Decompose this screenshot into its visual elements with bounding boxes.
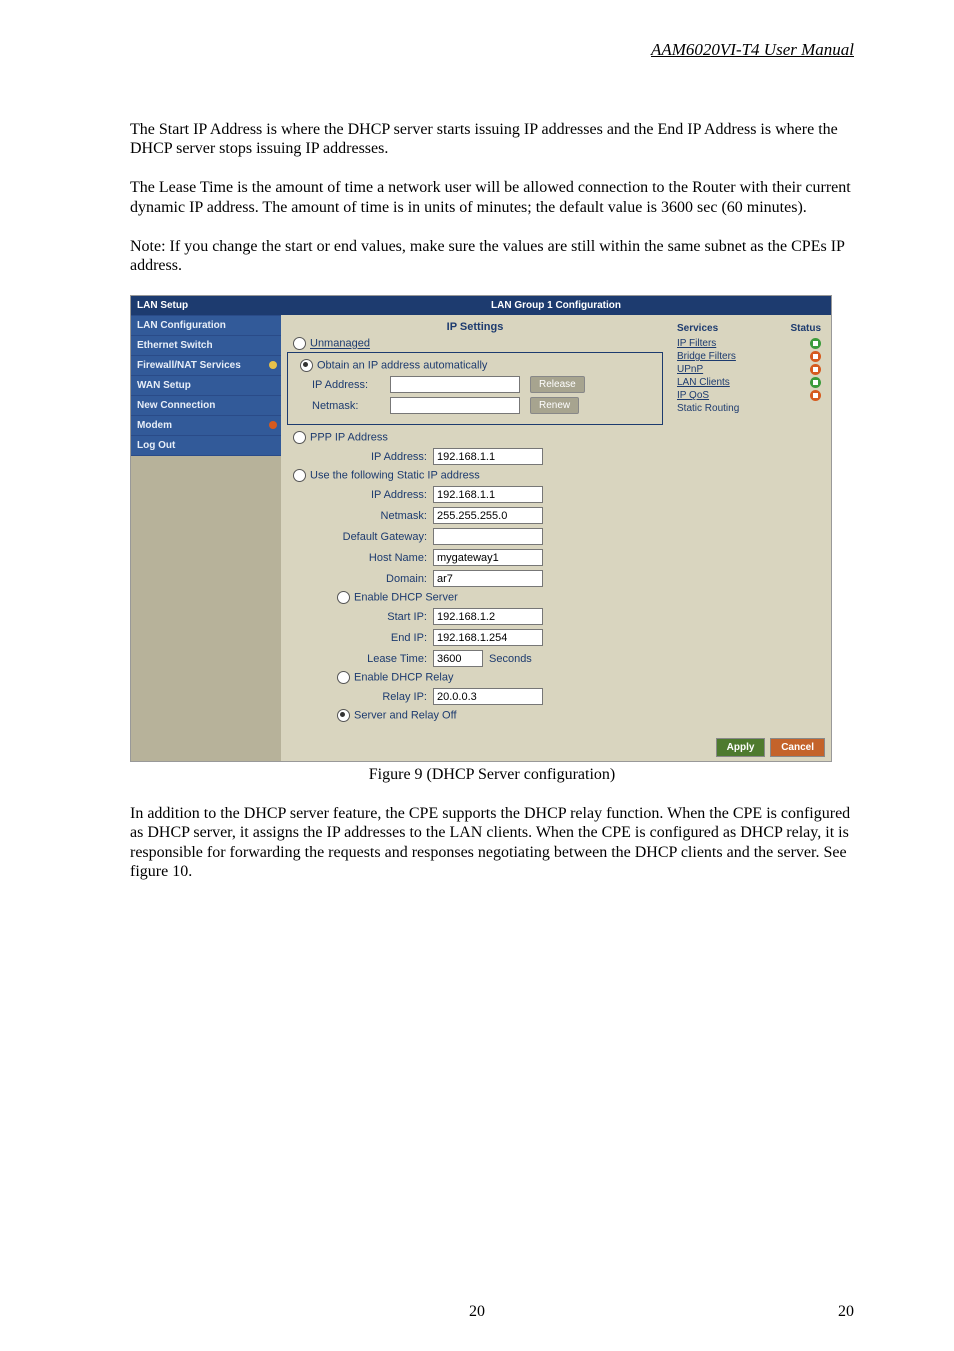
status-stop-icon	[810, 364, 821, 375]
settings-column: IP Settings Unmanaged Obtain an IP addre…	[281, 315, 673, 734]
status-dot-icon	[269, 361, 277, 369]
obtain-auto-box: Obtain an IP address automatically IP Ad…	[287, 352, 663, 425]
static-ip-input[interactable]	[433, 486, 543, 503]
gateway-input[interactable]	[433, 528, 543, 545]
sidebar-item-new-conn[interactable]: New Connection	[131, 396, 281, 416]
radio-icon	[293, 431, 306, 444]
seconds-label: Seconds	[489, 653, 532, 665]
main-panel: LAN Group 1 Configuration IP Settings Un…	[281, 296, 831, 761]
status-go-icon	[810, 377, 821, 388]
sidebar: LAN Setup LAN Configuration Ethernet Swi…	[131, 296, 281, 761]
hostname-label: Host Name:	[287, 552, 433, 564]
domain-input[interactable]	[433, 570, 543, 587]
option-unmanaged[interactable]: Unmanaged	[287, 335, 663, 352]
sidebar-item-firewall[interactable]: Firewall/NAT Services	[131, 356, 281, 376]
option-dhcp-server[interactable]: Enable DHCP Server	[287, 589, 663, 606]
option-label: Unmanaged	[310, 338, 370, 350]
sidebar-item-ethernet[interactable]: Ethernet Switch	[131, 336, 281, 356]
ip-settings-heading: IP Settings	[287, 321, 663, 333]
lease-time-label: Lease Time:	[287, 653, 433, 665]
static-netmask-input[interactable]	[433, 507, 543, 524]
option-ppp[interactable]: PPP IP Address	[287, 429, 663, 446]
radio-icon	[337, 709, 350, 722]
option-server-relay-off[interactable]: Server and Relay Off	[287, 707, 663, 724]
sidebar-item-lan-config[interactable]: LAN Configuration	[131, 316, 281, 336]
renew-button[interactable]: Renew	[530, 397, 579, 414]
hostname-input[interactable]	[433, 549, 543, 566]
radio-icon	[293, 337, 306, 350]
option-label: PPP IP Address	[310, 432, 388, 444]
lease-time-input[interactable]	[433, 650, 483, 667]
option-static[interactable]: Use the following Static IP address	[287, 467, 663, 484]
sidebar-item-label: Firewall/NAT Services	[137, 360, 241, 371]
start-ip-input[interactable]	[433, 608, 543, 625]
ppp-ip-label: IP Address:	[287, 451, 433, 463]
option-label: Enable DHCP Relay	[354, 672, 453, 684]
static-netmask-label: Netmask:	[287, 510, 433, 522]
service-ip-qos[interactable]: IP QoS	[677, 390, 709, 401]
service-lan-clients[interactable]: LAN Clients	[677, 377, 730, 388]
sidebar-header: LAN Setup	[131, 296, 281, 316]
status-go-icon	[810, 338, 821, 349]
ppp-ip-input[interactable]	[433, 448, 543, 465]
static-ip-label: IP Address:	[287, 489, 433, 501]
doc-header: AAM6020VI-T4 User Manual	[130, 40, 854, 60]
panel-title: LAN Group 1 Configuration	[281, 296, 831, 315]
option-label: Use the following Static IP address	[310, 470, 480, 482]
sidebar-item-logout[interactable]: Log Out	[131, 436, 281, 456]
radio-icon	[293, 469, 306, 482]
action-bar: Apply Cancel	[281, 734, 831, 761]
paragraph-1: The Start IP Address is where the DHCP s…	[130, 120, 854, 158]
option-obtain-auto[interactable]: Obtain an IP address automatically	[294, 357, 656, 374]
services-column: Services Status IP Filters Bridge Filter…	[673, 315, 831, 734]
page-number-right: 20	[838, 1303, 854, 1321]
apply-button[interactable]: Apply	[716, 738, 766, 757]
sidebar-item-label: Modem	[137, 420, 172, 431]
paragraph-4: In addition to the DHCP server feature, …	[130, 804, 854, 881]
page-number-center: 20	[469, 1303, 485, 1321]
radio-icon	[337, 591, 350, 604]
service-bridge-filters[interactable]: Bridge Filters	[677, 351, 736, 362]
sidebar-item-modem[interactable]: Modem	[131, 416, 281, 436]
netmask-input[interactable]	[390, 397, 520, 414]
option-label: Obtain an IP address automatically	[317, 360, 487, 372]
option-label: Enable DHCP Server	[354, 592, 458, 604]
service-ip-filters[interactable]: IP Filters	[677, 338, 716, 349]
end-ip-label: End IP:	[287, 632, 433, 644]
status-heading: Status	[790, 323, 821, 334]
cancel-button[interactable]: Cancel	[770, 738, 825, 757]
end-ip-input[interactable]	[433, 629, 543, 646]
gateway-label: Default Gateway:	[287, 531, 433, 543]
relay-ip-label: Relay IP:	[287, 691, 433, 703]
service-upnp[interactable]: UPnP	[677, 364, 703, 375]
services-heading: Services	[677, 323, 718, 334]
radio-icon	[300, 359, 313, 372]
domain-label: Domain:	[287, 573, 433, 585]
release-button[interactable]: Release	[530, 376, 585, 393]
status-stop-icon	[810, 390, 821, 401]
relay-ip-input[interactable]	[433, 688, 543, 705]
sidebar-item-wan[interactable]: WAN Setup	[131, 376, 281, 396]
paragraph-2: The Lease Time is the amount of time a n…	[130, 178, 854, 216]
router-screenshot: LAN Setup LAN Configuration Ethernet Swi…	[130, 295, 832, 762]
paragraph-3: Note: If you change the start or end val…	[130, 237, 854, 275]
netmask-label: Netmask:	[294, 400, 390, 412]
figure-caption: Figure 9 (DHCP Server configuration)	[130, 766, 854, 784]
option-label: Server and Relay Off	[354, 710, 457, 722]
radio-icon	[337, 671, 350, 684]
ip-address-input[interactable]	[390, 376, 520, 393]
option-dhcp-relay[interactable]: Enable DHCP Relay	[287, 669, 663, 686]
service-static-routing[interactable]: Static Routing	[677, 403, 739, 414]
ip-address-label: IP Address:	[294, 379, 390, 391]
status-stop-icon	[810, 351, 821, 362]
start-ip-label: Start IP:	[287, 611, 433, 623]
status-dot-icon	[269, 421, 277, 429]
